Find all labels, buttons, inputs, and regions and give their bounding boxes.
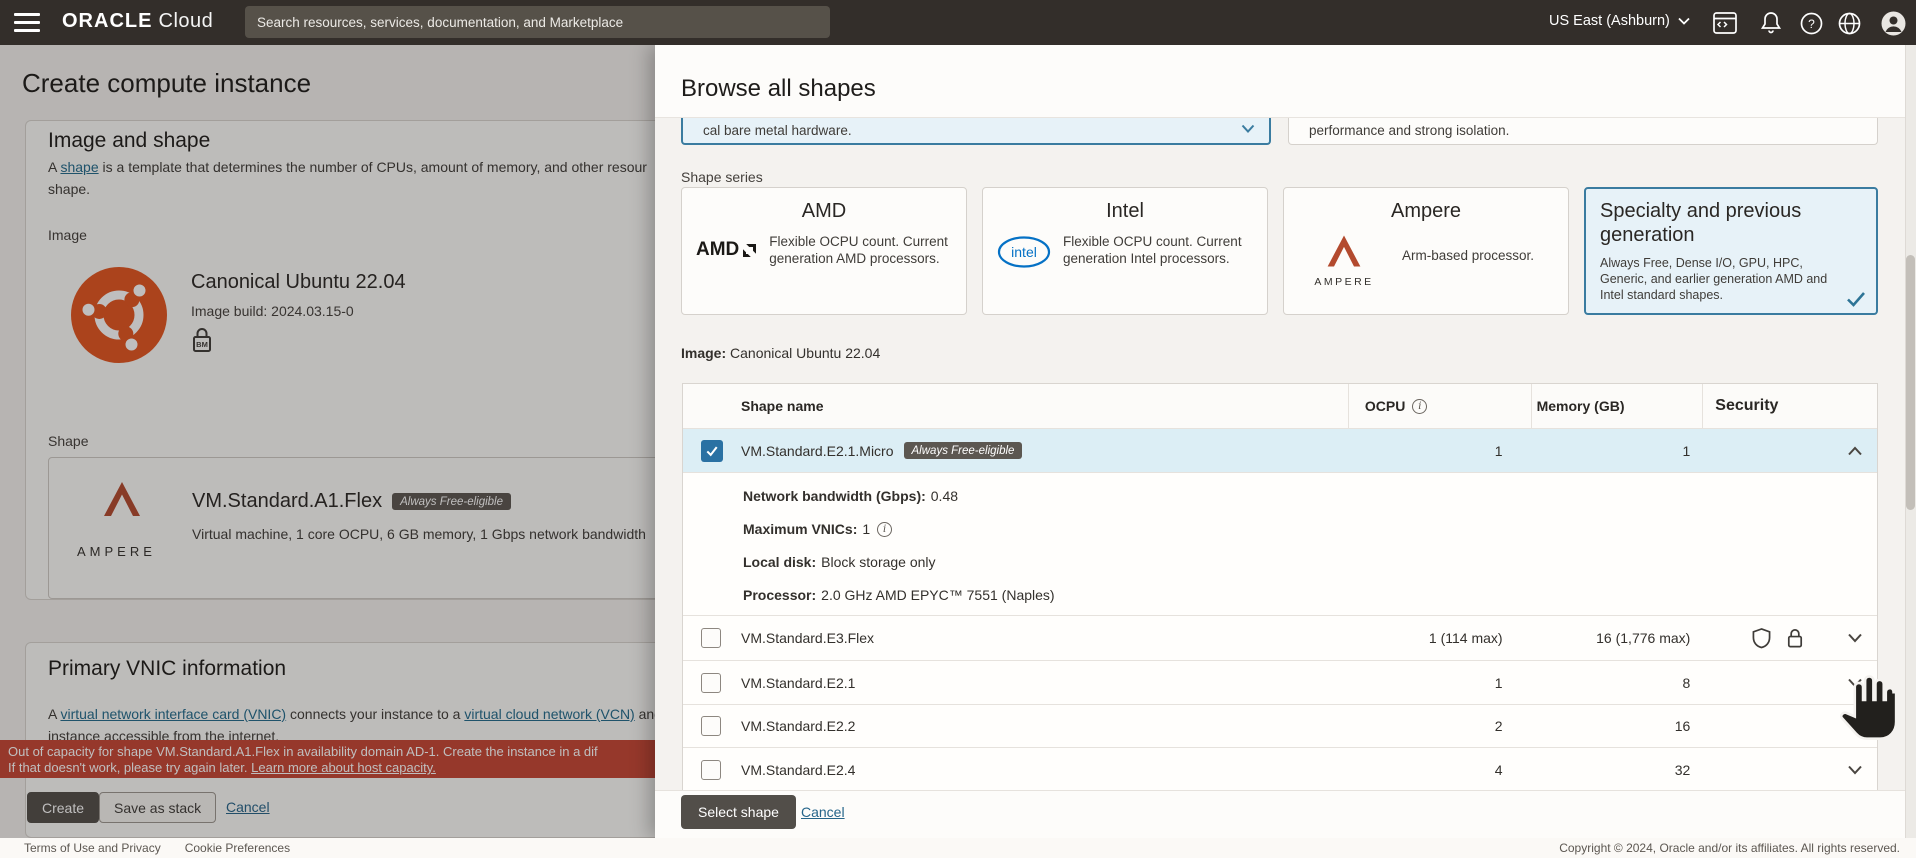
chevron-down-icon[interactable] xyxy=(1847,765,1863,775)
shield-icon xyxy=(1752,628,1771,649)
table-row-e3flex[interactable]: VM.Standard.E3.Flex 1 (114 max) 16 (1,77… xyxy=(683,616,1877,661)
selected-check-icon xyxy=(1846,291,1866,307)
col-shape-name: Shape name xyxy=(683,398,1348,414)
row-memory: 16 xyxy=(1531,718,1703,734)
series-card-title: Intel xyxy=(983,200,1267,223)
series-card-desc: Arm-based processor. xyxy=(1402,247,1534,264)
ocpu-info-icon[interactable]: i xyxy=(1412,399,1427,414)
chevron-down-icon[interactable] xyxy=(1847,721,1863,731)
row-ocpu: 1 (114 max) xyxy=(1348,630,1531,646)
shape-row-name: VM.Standard.E2.1 xyxy=(741,675,855,691)
copyright-text: Copyright © 2024, Oracle and/or its affi… xyxy=(1559,841,1900,855)
shape-row-name: VM.Standard.E2.4 xyxy=(741,762,855,778)
instance-type-card-selected[interactable]: cal bare metal hardware. xyxy=(681,118,1271,145)
svg-text:intel: intel xyxy=(1011,244,1037,260)
intel-logo-icon: intel xyxy=(997,235,1051,269)
series-card-desc: Always Free, Dense I/O, GPU, HPC, Generi… xyxy=(1586,247,1876,303)
chevron-down-icon[interactable] xyxy=(1847,633,1863,643)
notifications-icon[interactable] xyxy=(1758,10,1784,36)
chevron-up-icon[interactable] xyxy=(1847,446,1863,456)
series-card-desc: Flexible OCPU count. Current generation … xyxy=(1063,233,1255,267)
chevron-down-icon xyxy=(1678,17,1690,25)
series-card-intel[interactable]: Intel intel Flexible OCPU count. Current… xyxy=(982,187,1268,315)
series-card-title: Specialty and previous generation xyxy=(1586,189,1876,247)
always-free-badge: Always Free-eligible xyxy=(904,442,1023,459)
table-header-row: Shape name OCPUi Memory (GB) Security xyxy=(683,384,1877,429)
row-memory: 16 (1,776 max) xyxy=(1531,630,1703,646)
dialog-cancel-link[interactable]: Cancel xyxy=(801,804,845,820)
detail-network-bandwidth: Network bandwidth (Gbps):0.48 xyxy=(743,488,958,504)
instance-type-fragment: performance and strong isolation. xyxy=(1309,123,1509,138)
top-bar: ORACLE Cloud US East (Ashburn) ? xyxy=(0,0,1916,45)
shape-row-name: VM.Standard.E3.Flex xyxy=(741,630,874,646)
series-card-ampere[interactable]: Ampere AMPERE Arm-based processor. xyxy=(1283,187,1569,315)
terms-link[interactable]: Terms of Use and Privacy xyxy=(24,841,161,855)
browse-all-shapes-dialog: Browse all shapes cal bare metal hardwar… xyxy=(655,45,1916,838)
profile-avatar[interactable] xyxy=(1880,10,1906,36)
series-card-title: Ampere xyxy=(1284,200,1568,223)
series-card-specialty[interactable]: Specialty and previous generation Always… xyxy=(1584,187,1878,315)
checkbox-checked[interactable] xyxy=(701,440,723,462)
page-footer: Terms of Use and Privacy Cookie Preferen… xyxy=(0,838,1916,858)
table-row-e21[interactable]: VM.Standard.E2.1 1 8 xyxy=(683,661,1877,705)
detail-processor: Processor:2.0 GHz AMD EPYC™ 7551 (Naples… xyxy=(743,587,1055,603)
detail-local-disk: Local disk:Block storage only xyxy=(743,554,936,570)
shape-row-name: VM.Standard.E2.1.Micro Always Free-eligi… xyxy=(741,442,1022,459)
col-security: Security xyxy=(1702,384,1877,428)
row-ocpu: 1 xyxy=(1348,443,1531,459)
language-globe-icon[interactable] xyxy=(1836,10,1862,36)
dialog-image-line: Image: Canonical Ubuntu 22.04 xyxy=(681,345,880,361)
ampere-logo-text: AMPERE xyxy=(1298,276,1390,288)
row-ocpu: 4 xyxy=(1348,762,1531,778)
detail-max-vnics: Maximum VNICs:1 i xyxy=(743,521,892,537)
search-input[interactable] xyxy=(245,6,830,38)
region-selector[interactable]: US East (Ashburn) xyxy=(1549,13,1690,29)
shape-row-name: VM.Standard.E2.2 xyxy=(741,718,855,734)
checkbox-unchecked[interactable] xyxy=(701,673,721,693)
dialog-footer: Select shape Cancel xyxy=(655,790,1916,838)
instance-type-fragment: cal bare metal hardware. xyxy=(703,123,852,138)
col-memory: Memory (GB) xyxy=(1531,384,1703,428)
cloud-shell-icon[interactable] xyxy=(1712,10,1738,36)
brand-cloud: Cloud xyxy=(159,10,214,32)
row-memory: 8 xyxy=(1531,675,1703,691)
dialog-scrollbar-track[interactable] xyxy=(1905,45,1916,838)
amd-logo-icon: AMD xyxy=(696,239,757,261)
menu-icon[interactable] xyxy=(14,13,40,32)
dialog-title: Browse all shapes xyxy=(681,75,876,103)
table-row-e21micro[interactable]: VM.Standard.E2.1.Micro Always Free-eligi… xyxy=(683,429,1877,473)
select-shape-button[interactable]: Select shape xyxy=(681,795,796,829)
expanded-shape-details: Network bandwidth (Gbps):0.48 Maximum VN… xyxy=(683,473,1877,616)
dialog-scrollbar-thumb[interactable] xyxy=(1906,255,1915,510)
series-card-amd[interactable]: AMD AMD Flexible OCPU count. Current gen… xyxy=(681,187,967,315)
instance-type-card[interactable]: performance and strong isolation. xyxy=(1288,118,1878,145)
row-memory: 1 xyxy=(1531,443,1703,459)
lock-icon xyxy=(1785,628,1805,649)
series-card-desc: Flexible OCPU count. Current generation … xyxy=(769,233,954,267)
checkbox-unchecked[interactable] xyxy=(701,716,721,736)
chevron-down-icon[interactable] xyxy=(1847,678,1863,688)
dialog-header: Browse all shapes xyxy=(655,45,1916,118)
row-memory: 32 xyxy=(1531,762,1703,778)
table-row-e22[interactable]: VM.Standard.E2.2 2 16 xyxy=(683,705,1877,748)
svg-text:?: ? xyxy=(1808,17,1815,31)
row-ocpu: 1 xyxy=(1348,675,1531,691)
checkbox-unchecked[interactable] xyxy=(701,628,721,648)
chevron-down-icon xyxy=(1241,124,1255,134)
ampere-logo-icon: AMPERE xyxy=(1298,233,1390,288)
brand-oracle: ORACLE xyxy=(62,10,152,32)
cookie-preferences-link[interactable]: Cookie Preferences xyxy=(185,841,290,855)
row-ocpu: 2 xyxy=(1348,718,1531,734)
shape-series-label: Shape series xyxy=(681,169,763,185)
vnics-info-icon[interactable]: i xyxy=(877,522,892,537)
shapes-table: Shape name OCPUi Memory (GB) Security VM… xyxy=(682,383,1878,792)
col-ocpu: OCPUi xyxy=(1348,384,1531,428)
region-label: US East (Ashburn) xyxy=(1549,13,1670,29)
screen: ORACLE Cloud US East (Ashburn) ? Create … xyxy=(0,0,1916,858)
oracle-cloud-logo[interactable]: ORACLE Cloud xyxy=(62,10,213,33)
table-row-e24[interactable]: VM.Standard.E2.4 4 32 xyxy=(683,748,1877,791)
series-card-title: AMD xyxy=(682,200,966,223)
checkbox-unchecked[interactable] xyxy=(701,760,721,780)
help-icon[interactable]: ? xyxy=(1798,10,1824,36)
